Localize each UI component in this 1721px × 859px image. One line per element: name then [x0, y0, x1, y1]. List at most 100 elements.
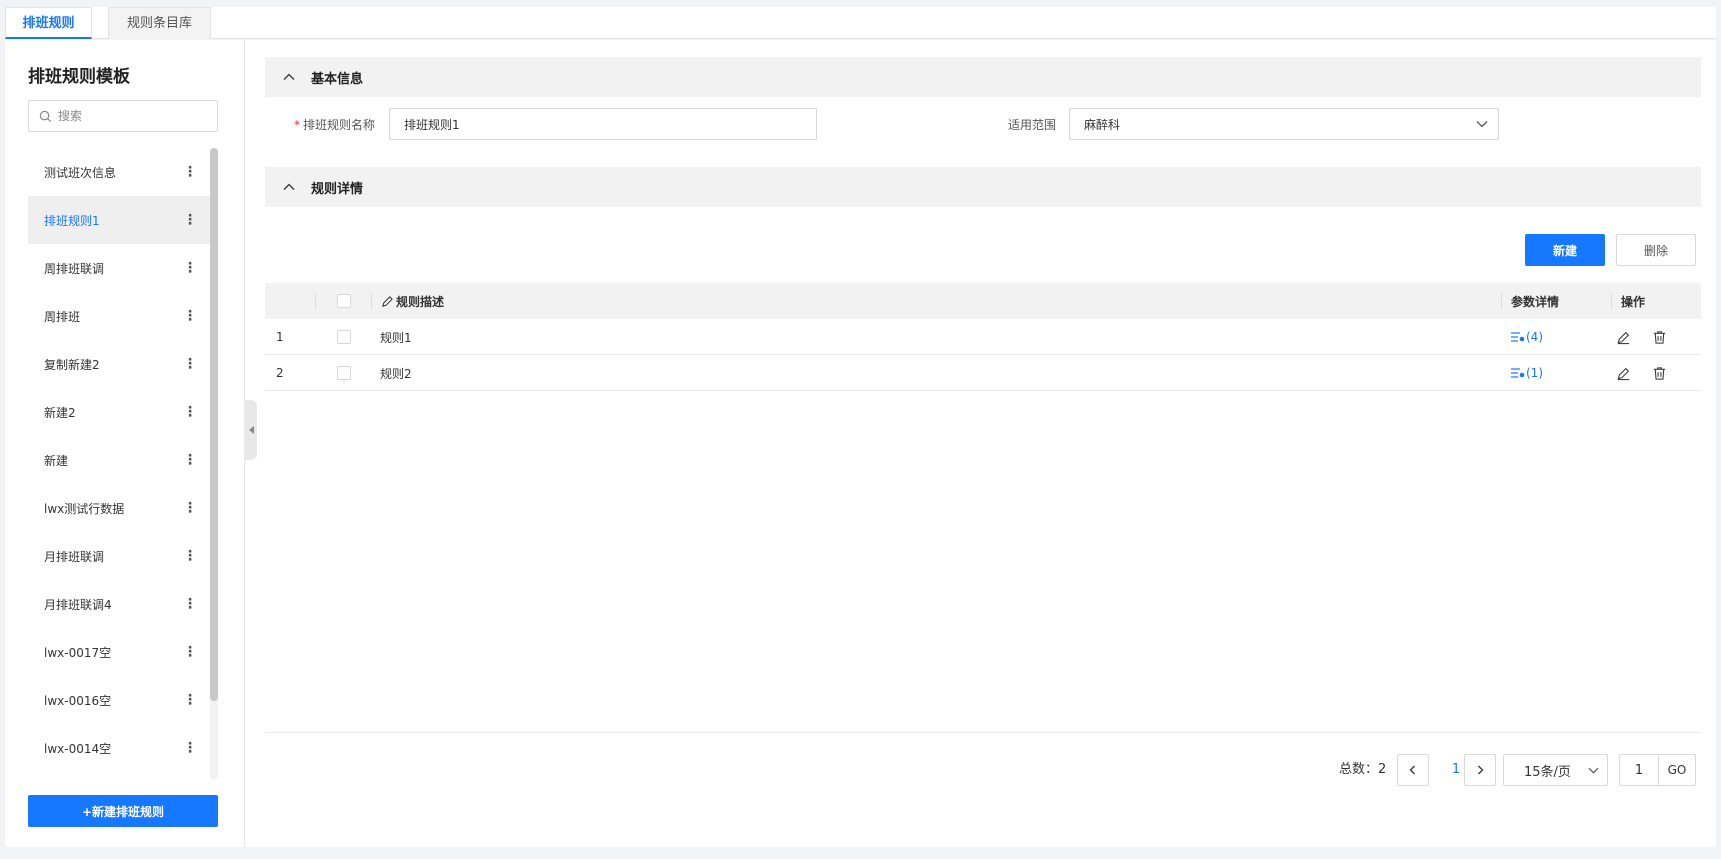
- list-item[interactable]: 测试班次信息 ⋮: [28, 148, 211, 196]
- column-divider: [315, 293, 316, 309]
- list-settings-icon: [1511, 332, 1525, 342]
- edit-icon: [382, 295, 393, 307]
- chevron-down-icon: [1476, 121, 1488, 128]
- more-icon[interactable]: ⋮: [183, 596, 197, 612]
- column-divider: [1611, 293, 1612, 309]
- rule-details-header[interactable]: 规则详情: [265, 167, 1701, 207]
- list-item[interactable]: lwx测试行数据 ⋮: [28, 484, 211, 532]
- list-item-label: 复制新建2: [44, 357, 100, 372]
- list-item[interactable]: 月排班联调 ⋮: [28, 532, 211, 580]
- more-icon[interactable]: ⋮: [183, 740, 197, 756]
- edit-button[interactable]: [1616, 319, 1631, 355]
- search-box[interactable]: [28, 100, 218, 132]
- prev-page-button[interactable]: [1397, 754, 1429, 786]
- template-list: 测试班次信息 ⋮ 排班规则1 ⋮ 周排班联调 ⋮ 周排班 ⋮ 复制新建2 ⋮ 新建2 ⋮ 新…: [28, 148, 211, 780]
- list-item-label: lwx-0016空: [44, 693, 112, 708]
- sidebar-title: 排班规则模板: [28, 67, 130, 87]
- table-row: 2 规则2 (1): [265, 355, 1701, 391]
- list-item-label: lwx-0017空: [44, 645, 112, 660]
- new-rule-template-button[interactable]: +新建排班规则: [28, 795, 218, 827]
- list-item-label: 新建2: [44, 405, 76, 420]
- next-page-button[interactable]: [1464, 754, 1496, 786]
- list-item-label: 排班规则1: [44, 213, 100, 228]
- select-all-checkbox[interactable]: [337, 294, 351, 308]
- more-icon[interactable]: ⋮: [183, 404, 197, 420]
- list-item[interactable]: 新建 ⋮: [28, 436, 211, 484]
- param-details-link[interactable]: (1): [1511, 355, 1543, 391]
- current-page[interactable]: 1: [1446, 754, 1466, 786]
- main-panel: 排班规则模板 测试班次信息 ⋮ 排班规则1 ⋮ 周排班联调 ⋮ 周排班 ⋮ 复制新建2 ⋮…: [5, 40, 1716, 847]
- param-details-link[interactable]: (4): [1511, 319, 1543, 355]
- search-input[interactable]: [58, 109, 208, 123]
- table-row: 1 规则1 (4): [265, 319, 1701, 355]
- list-item[interactable]: lwx-0016空 ⋮: [28, 676, 211, 724]
- more-icon[interactable]: ⋮: [183, 164, 197, 180]
- table-bottom-divider: [265, 732, 1701, 733]
- more-icon[interactable]: ⋮: [183, 548, 197, 564]
- row-checkbox-cell: [337, 319, 351, 355]
- row-description: 规则2: [380, 366, 412, 381]
- list-item[interactable]: 新建2 ⋮: [28, 388, 211, 436]
- delete-button[interactable]: 删除: [1616, 234, 1696, 266]
- list-item-label: 周排班: [44, 309, 81, 324]
- scope-select[interactable]: 麻醉科: [1069, 108, 1499, 140]
- list-item-label: 月排班联调4: [44, 597, 112, 612]
- search-icon: [39, 110, 52, 122]
- chevron-up-icon: [283, 73, 295, 80]
- chevron-right-icon: [1478, 765, 1484, 775]
- column-divider: [1501, 293, 1502, 309]
- list-item-label: lwx测试行数据: [44, 501, 125, 516]
- rule-name-label: * 排班规则名称: [294, 118, 376, 132]
- sidebar-scrollbar[interactable]: [210, 148, 218, 780]
- more-icon[interactable]: ⋮: [183, 452, 197, 468]
- row-index: 1: [276, 330, 284, 344]
- new-rule-button[interactable]: 新建: [1525, 234, 1605, 266]
- header-params: 参数详情: [1511, 294, 1560, 309]
- list-item[interactable]: lwx-0017空 ⋮: [28, 628, 211, 676]
- list-item[interactable]: 复制新建2 ⋮: [28, 340, 211, 388]
- scrollbar-thumb[interactable]: [210, 148, 218, 701]
- list-item-label: 周排班联调: [44, 261, 105, 276]
- more-icon[interactable]: ⋮: [183, 644, 197, 660]
- tab-rule-library[interactable]: 规则条目库: [108, 7, 211, 39]
- required-mark: *: [294, 118, 300, 132]
- row-description: 规则1: [380, 330, 412, 345]
- chevron-down-icon: [1588, 767, 1599, 774]
- page-jump-input[interactable]: [1619, 754, 1659, 786]
- more-icon[interactable]: ⋮: [183, 692, 197, 708]
- more-icon[interactable]: ⋮: [183, 356, 197, 372]
- list-item-label: 月排班联调: [44, 549, 105, 564]
- delete-row-button[interactable]: [1652, 355, 1667, 391]
- list-item-selected[interactable]: 排班规则1 ⋮: [28, 196, 211, 244]
- more-icon[interactable]: ⋮: [183, 500, 197, 516]
- list-item[interactable]: 月排班联调4 ⋮: [28, 580, 211, 628]
- header-actions: 操作: [1621, 294, 1646, 309]
- header-description: 规则描述: [381, 283, 444, 319]
- page-size-select[interactable]: 15条/页: [1503, 754, 1608, 786]
- tab-scheduling-rules[interactable]: 排班规则: [5, 7, 92, 39]
- go-button[interactable]: GO: [1658, 754, 1696, 786]
- row-index: 2: [276, 366, 284, 380]
- row-checkbox[interactable]: [337, 330, 351, 344]
- select-all-checkbox-cell: [337, 283, 351, 319]
- list-item[interactable]: 周排班 ⋮: [28, 292, 211, 340]
- scope-label: 适用范围: [1008, 118, 1057, 132]
- table-header: 规则描述 参数详情 操作: [265, 283, 1701, 319]
- chevron-left-icon: [1409, 765, 1415, 775]
- delete-row-button[interactable]: [1652, 319, 1667, 355]
- rule-name-input[interactable]: [389, 108, 817, 140]
- chevron-up-icon: [283, 183, 295, 190]
- edit-icon: [1617, 331, 1630, 344]
- basic-info-header[interactable]: 基本信息: [265, 57, 1701, 97]
- more-icon[interactable]: ⋮: [183, 260, 197, 276]
- sidebar-collapse-handle[interactable]: [245, 400, 257, 460]
- edit-button[interactable]: [1616, 355, 1631, 391]
- row-checkbox[interactable]: [337, 366, 351, 380]
- more-icon[interactable]: ⋮: [183, 308, 197, 324]
- list-item[interactable]: 周排班联调 ⋮: [28, 244, 211, 292]
- list-item-label: 新建: [44, 453, 69, 468]
- trash-icon: [1653, 330, 1666, 344]
- sidebar: 排班规则模板 测试班次信息 ⋮ 排班规则1 ⋮ 周排班联调 ⋮ 周排班 ⋮ 复制新建2 ⋮…: [5, 40, 245, 847]
- more-icon[interactable]: ⋮: [183, 212, 197, 228]
- list-item[interactable]: lwx-0014空 ⋮: [28, 724, 211, 772]
